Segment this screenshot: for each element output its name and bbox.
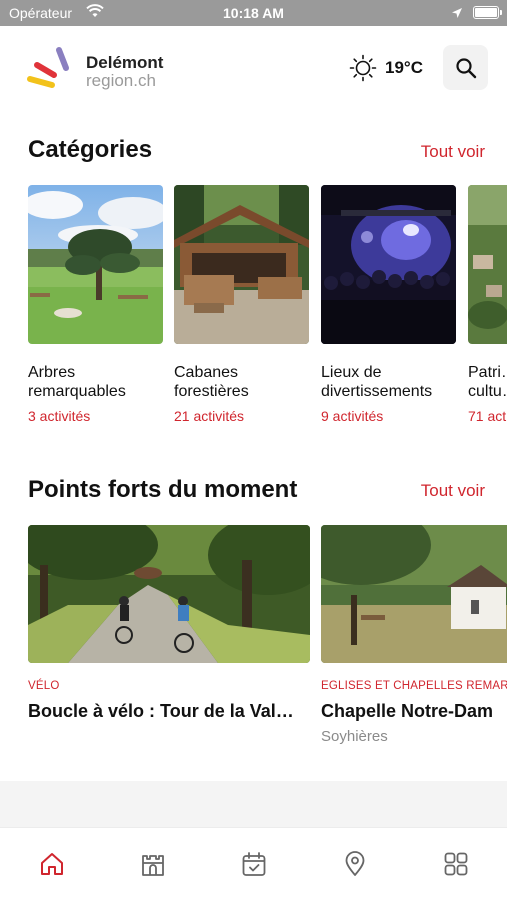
tab-agenda[interactable] [240, 850, 268, 878]
categories-see-all-link[interactable]: Tout voir [421, 142, 485, 162]
brand-line1: Delémont [86, 53, 164, 72]
category-image-tree [28, 185, 163, 344]
tab-home[interactable] [38, 850, 66, 878]
category-card-arbres[interactable]: Arbres remarquables [28, 185, 163, 401]
brand-line2: region.ch [86, 71, 156, 90]
tab-map[interactable] [341, 850, 369, 878]
home-icon [41, 853, 63, 875]
calendar-icon [242, 852, 266, 876]
highlight-title: Boucle à vélo : Tour de la Val… [28, 701, 294, 721]
highlight-card-velo[interactable]: VÉLO Boucle à vélo : Tour de la Val… [28, 525, 310, 722]
category-name: Arbres remarquables [28, 364, 126, 400]
category-card-patrimoine[interactable] [468, 185, 507, 344]
tab-heritage[interactable] [139, 850, 167, 878]
highlight-title: Chapelle Notre-Dam [321, 701, 494, 721]
app-header: Delémont region.ch 19°C [0, 26, 507, 110]
highlight-image-cyclists [28, 525, 310, 663]
category-card-lieux[interactable]: Lieux de divertissements [321, 185, 456, 401]
category-image-village [468, 185, 507, 344]
category-card-cabanes[interactable]: Cabanes forestières [174, 185, 309, 401]
category-name: Patri… cultu… [468, 364, 507, 400]
delemont-logo[interactable] [26, 42, 76, 92]
location-arrow-icon [451, 6, 463, 22]
section-separator [0, 781, 507, 827]
highlight-tag: VÉLO [28, 680, 60, 692]
sun-icon [349, 54, 377, 82]
clock: 10:18 AM [223, 5, 284, 21]
grid-icon [444, 852, 468, 876]
search-icon [455, 57, 476, 78]
category-image-concert [321, 185, 456, 344]
search-button[interactable] [443, 45, 488, 90]
battery-icon [473, 6, 499, 19]
brand-name: Delémont region.ch [86, 54, 163, 90]
highlights-see-all-link[interactable]: Tout voir [421, 481, 485, 501]
castle-icon [142, 855, 164, 876]
category-count: 3 activités [28, 408, 91, 424]
category-count: 21 activités [174, 408, 245, 424]
category-name: Lieux de divertissements [321, 364, 433, 400]
categories-title: Catégories [28, 136, 153, 163]
highlight-place: Soyhières [321, 728, 388, 745]
tab-more[interactable] [442, 850, 470, 878]
temperature: 19°C [385, 58, 423, 77]
category-count: 71 act… [468, 408, 507, 424]
bottom-tab-bar [0, 827, 507, 900]
category-image-cabin [174, 185, 309, 344]
highlight-tag: EGLISES ET CHAPELLES REMARQ [321, 680, 507, 692]
category-name: Cabanes forestières [174, 364, 249, 400]
highlight-image-chapel [321, 525, 507, 663]
status-bar: Opérateur 10:18 AM [0, 0, 507, 26]
category-count: 9 activités [321, 408, 384, 424]
weather-widget[interactable]: 19°C [349, 54, 423, 82]
highlight-card-chapelle[interactable]: EGLISES ET CHAPELLES REMARQ Chapelle Not… [321, 525, 507, 745]
map-pin-icon [345, 851, 365, 876]
highlights-title: Points forts du moment [28, 476, 298, 503]
